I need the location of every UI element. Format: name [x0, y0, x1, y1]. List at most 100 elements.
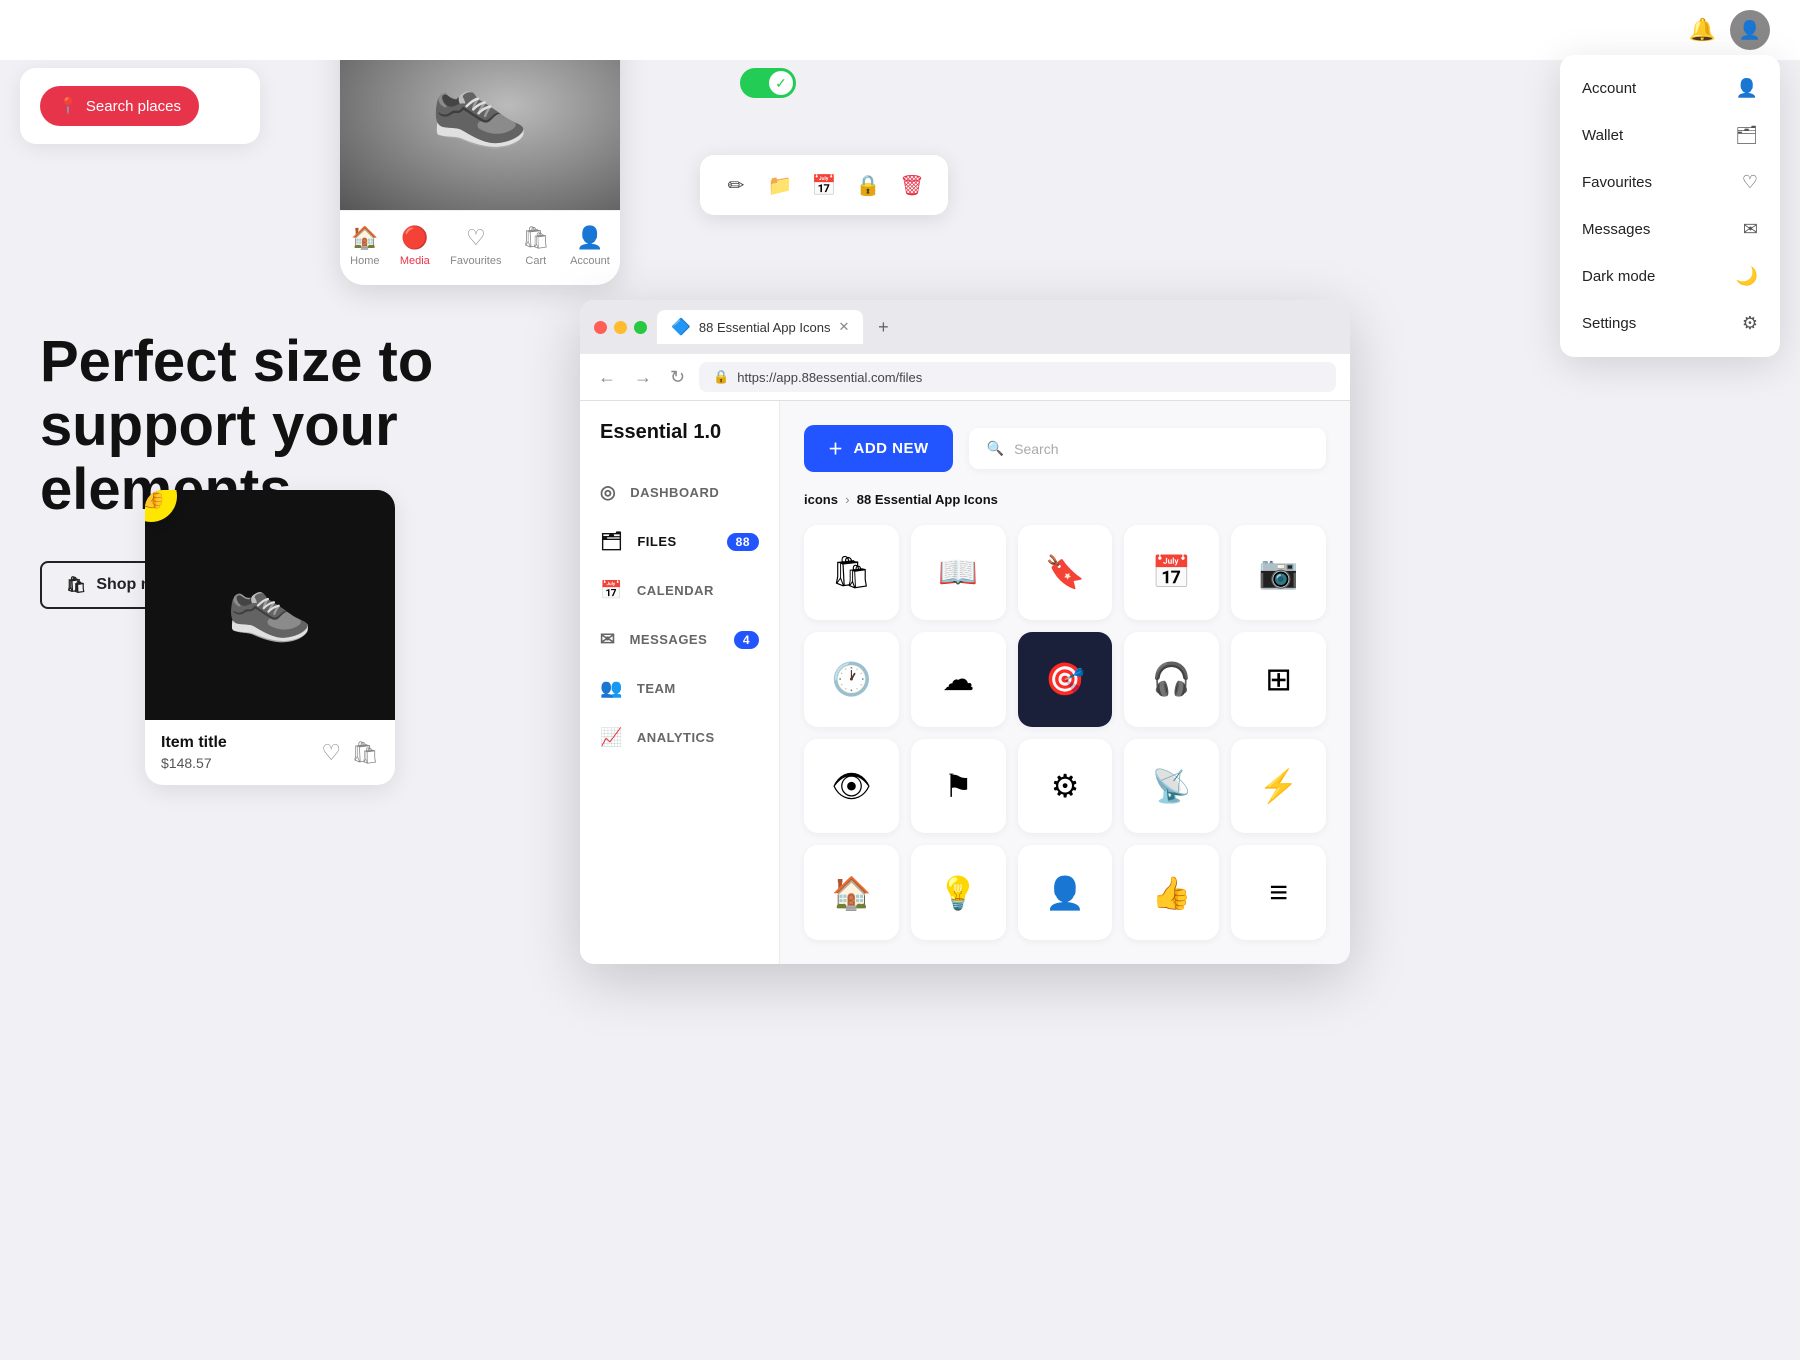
mobile-nav-icon: 🛍	[522, 225, 550, 251]
dropdown-item-favourites[interactable]: Favourites♡	[1560, 159, 1780, 206]
icon-cell-8[interactable]: 🎧	[1124, 632, 1219, 727]
minimize-dot[interactable]	[614, 321, 627, 334]
icon-cell-18[interactable]: 👍	[1124, 845, 1219, 940]
sidebar-item-label: MESSAGES	[630, 632, 708, 647]
dropdown-item-messages[interactable]: Messages✉	[1560, 206, 1780, 253]
toggle-switch[interactable]: ✓	[740, 68, 796, 98]
mobile-nav-item-home[interactable]: 🏠 Home	[350, 225, 379, 267]
icon-grid: 🛍📖🔖📅📷 🕐☁🎯🎧⊞ 👁⚑⚙📡⚡ 🏠💡👤👍≡	[804, 525, 1326, 940]
dropdown-item-wallet[interactable]: Wallet 🗂	[1560, 112, 1780, 159]
sidebar-item-label: FILES	[637, 534, 676, 549]
dropdown-item-icon: ⚙	[1742, 313, 1758, 334]
icon-toolbar: ✏📁📅🔒🗑	[700, 155, 948, 215]
lock-icon[interactable]: 🔒	[848, 165, 888, 205]
icon-cell-12[interactable]: ⚙	[1018, 739, 1113, 834]
icon-cell-11[interactable]: ⚑	[911, 739, 1006, 834]
icon-cell-5[interactable]: 🕐	[804, 632, 899, 727]
location-icon: 📍	[58, 96, 78, 116]
app-main-toolbar: ＋ ADD NEW 🔍 Search	[804, 425, 1326, 472]
icon-cell-4[interactable]: 📷	[1231, 525, 1326, 620]
sidebar-item-messages[interactable]: ✉MESSAGES4	[580, 615, 779, 664]
top-bar: 🔔 👤	[0, 0, 1800, 60]
dropdown-item-settings[interactable]: Settings⚙	[1560, 300, 1780, 347]
url-field[interactable]: 🔒 https://app.88essential.com/files	[699, 362, 1336, 392]
browser-tab[interactable]: 🔷 88 Essential App Icons ✕	[657, 310, 863, 344]
product-title: Item title	[161, 734, 227, 752]
mobile-nav-item-favourites[interactable]: ♡Favourites	[450, 225, 501, 267]
mobile-nav-item-cart[interactable]: 🛍 Cart	[522, 225, 550, 267]
icon-cell-3[interactable]: 📅	[1124, 525, 1219, 620]
icon-cell-17[interactable]: 👤	[1018, 845, 1113, 940]
sidebar-item-calendar[interactable]: 📅 CALENDAR	[580, 566, 779, 615]
mobile-nav-icon: ♡	[466, 225, 486, 251]
maximize-dot[interactable]	[634, 321, 647, 334]
mobile-nav-item-account[interactable]: 👤Account	[570, 225, 610, 267]
dropdown-item-icon: 🗂	[1735, 125, 1758, 146]
mobile-nav-item-media[interactable]: 🔴Media	[400, 225, 430, 267]
calendar-icon[interactable]: 📅	[804, 165, 844, 205]
sidebar-item-label: TEAM	[637, 681, 676, 696]
dropdown-item-icon: ✉	[1743, 219, 1758, 240]
mobile-nav-label: Home	[350, 255, 379, 267]
icon-cell-7[interactable]: 🎯	[1018, 632, 1113, 727]
dropdown-item-label: Account	[1582, 80, 1636, 97]
icon-cell-9[interactable]: ⊞	[1231, 632, 1326, 727]
icon-cell-2[interactable]: 🔖	[1018, 525, 1113, 620]
forward-button[interactable]: →	[630, 363, 656, 392]
cart-icon[interactable]: 🛍	[351, 740, 379, 766]
sidebar-item-team[interactable]: 👥 TEAM	[580, 664, 779, 713]
dropdown-item-dark mode[interactable]: Dark mode🌙	[1560, 253, 1780, 300]
icon-cell-1[interactable]: 📖	[911, 525, 1006, 620]
sidebar-item-label: DASHBOARD	[630, 485, 719, 500]
sidebar-item-icon: 📅	[600, 580, 623, 601]
icon-cell-13[interactable]: 📡	[1124, 739, 1219, 834]
favorite-icon[interactable]: ♡	[321, 740, 341, 766]
sidebar-badge: 88	[727, 533, 759, 551]
sidebar-item-icon: 👥	[600, 678, 623, 699]
dropdown-item-label: Wallet	[1582, 127, 1623, 144]
browser-address-bar: ← → ↻ 🔒 https://app.88essential.com/file…	[580, 354, 1350, 401]
search-icon: 🔍	[987, 440, 1004, 457]
browser-window: 🔷 88 Essential App Icons ✕ + ← → ↻ 🔒 htt…	[580, 300, 1350, 964]
dropdown-item-account[interactable]: Account 👤	[1560, 65, 1780, 112]
new-tab-button[interactable]: +	[869, 313, 897, 341]
icon-cell-15[interactable]: 🏠	[804, 845, 899, 940]
icon-cell-6[interactable]: ☁	[911, 632, 1006, 727]
search-bar[interactable]: 🔍 Search	[969, 428, 1326, 469]
dropdown-item-icon: 👤	[1736, 78, 1758, 99]
folder-icon[interactable]: 📁	[760, 165, 800, 205]
avatar[interactable]: 👤	[1730, 10, 1770, 50]
sidebar-badge: 4	[734, 631, 759, 649]
add-new-button[interactable]: ＋ ADD NEW	[804, 425, 953, 472]
icon-cell-10[interactable]: 👁	[804, 739, 899, 834]
product-details: Item title $148.57	[161, 734, 227, 771]
url-text: https://app.88essential.com/files	[737, 370, 922, 385]
icon-cell-14[interactable]: ⚡	[1231, 739, 1326, 834]
breadcrumb: icons › 88 Essential App Icons	[804, 492, 1326, 507]
mobile-nav-label: Cart	[525, 255, 546, 267]
search-places-label: Search places	[86, 98, 181, 115]
tab-close-icon[interactable]: ✕	[838, 319, 849, 335]
search-places-button[interactable]: 📍 Search places	[40, 86, 199, 126]
product-price: $148.57	[161, 755, 227, 771]
refresh-button[interactable]: ↻	[666, 363, 689, 392]
dropdown-item-icon: 🌙	[1736, 266, 1758, 287]
icon-cell-16[interactable]: 💡	[911, 845, 1006, 940]
icon-cell-19[interactable]: ≡	[1231, 845, 1326, 940]
trash-icon[interactable]: 🗑	[892, 165, 932, 205]
breadcrumb-current: 88 Essential App Icons	[857, 492, 998, 507]
sidebar-item-icon: 📈	[600, 727, 623, 748]
sidebar-item-files[interactable]: 🗂FILES88	[580, 517, 779, 566]
mobile-nav-icon: 🏠	[351, 225, 378, 251]
back-button[interactable]: ←	[594, 363, 620, 392]
sidebar-item-analytics[interactable]: 📈ANALYTICS	[580, 713, 779, 762]
sidebar-item-dashboard[interactable]: ◎DASHBOARD	[580, 468, 779, 517]
sidebar-item-label: CALENDAR	[637, 583, 714, 598]
dropdown-menu: Account 👤 Wallet 🗂 Favourites♡Messages✉Dark …	[1560, 55, 1780, 357]
toggle-area: ✓	[740, 68, 796, 98]
edit-icon[interactable]: ✏	[716, 165, 756, 205]
icon-cell-0[interactable]: 🛍	[804, 525, 899, 620]
close-dot[interactable]	[594, 321, 607, 334]
browser-dots	[594, 321, 647, 334]
bell-icon[interactable]: 🔔	[1689, 17, 1716, 43]
